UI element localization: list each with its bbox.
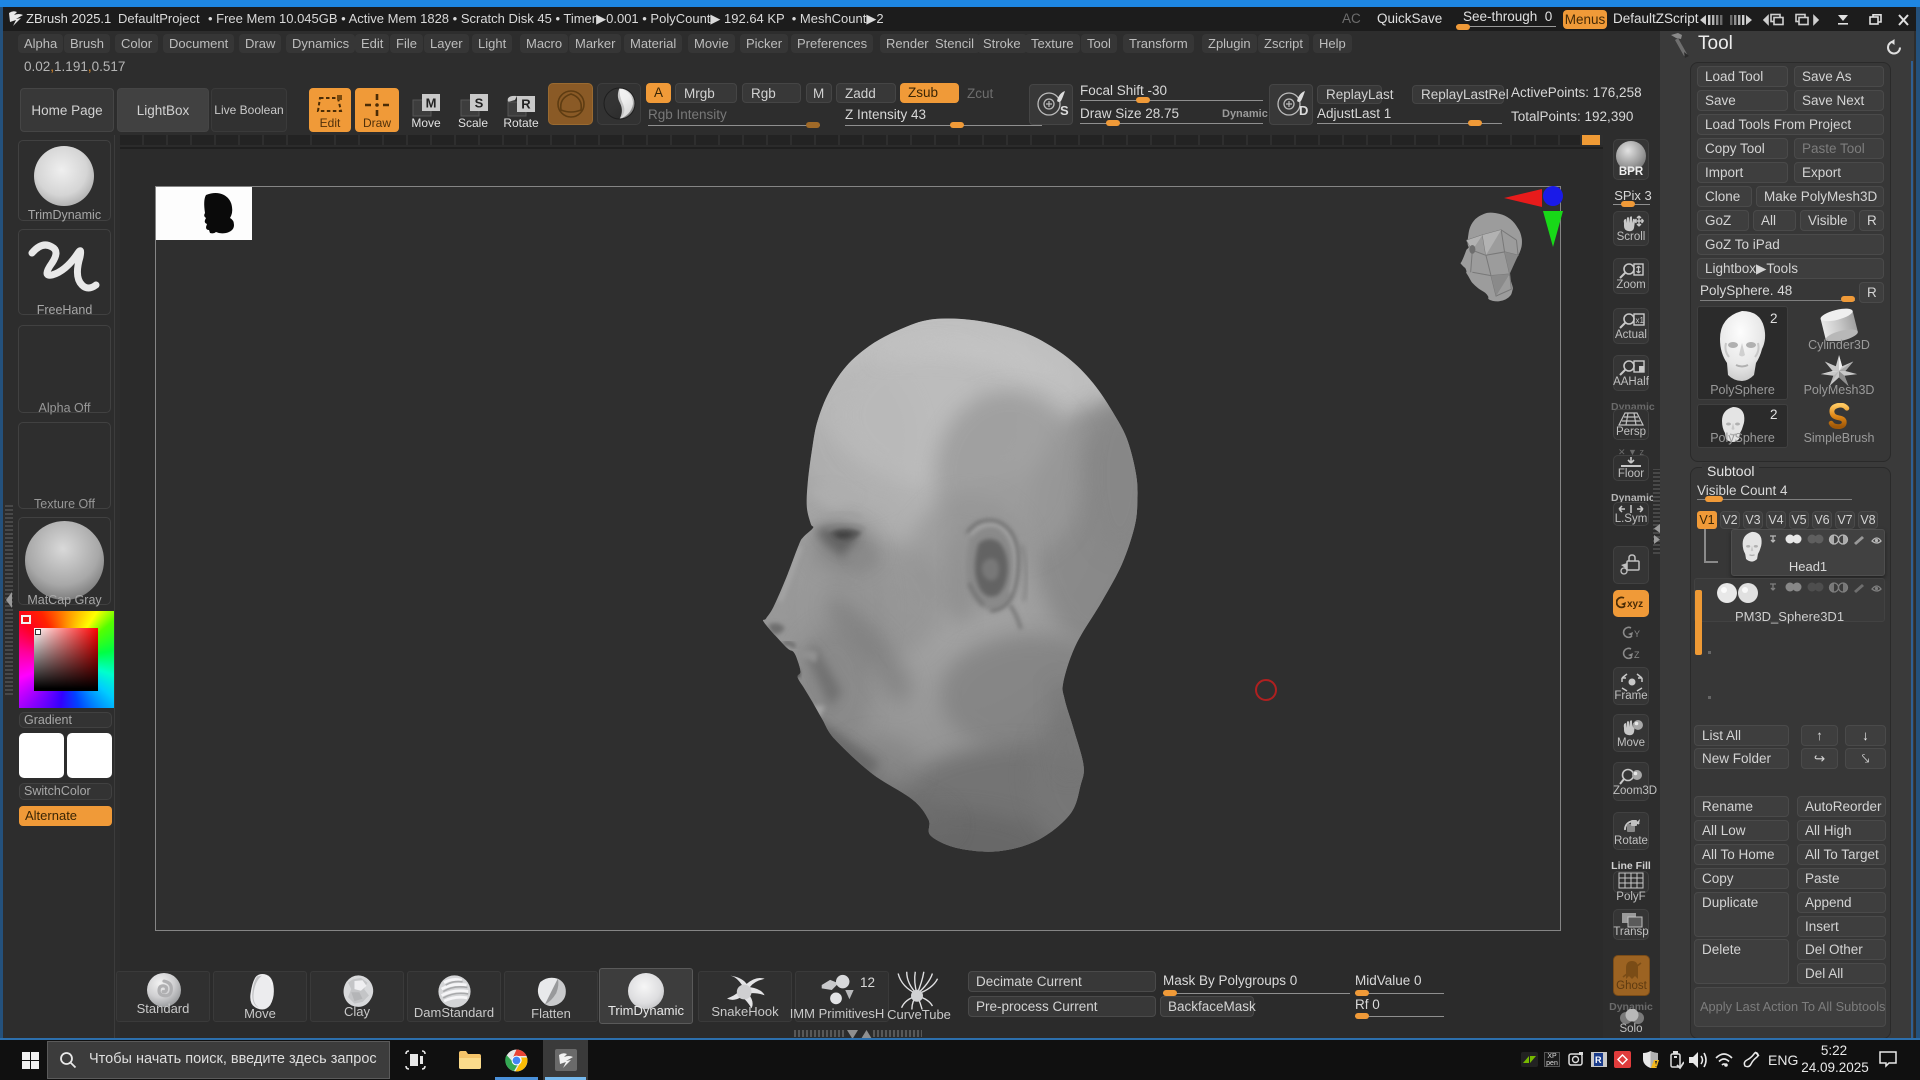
- svg-text:D: D: [1299, 103, 1308, 118]
- svg-text:Z: Z: [1634, 650, 1640, 660]
- svg-text:R: R: [521, 97, 531, 112]
- svg-text:M: M: [426, 96, 437, 111]
- svg-text:S: S: [475, 96, 484, 111]
- svg-text:R: R: [1595, 1055, 1602, 1065]
- svg-text:S: S: [1060, 103, 1069, 118]
- svg-text:x1: x1: [1636, 316, 1645, 325]
- svg-text:Y: Y: [1634, 629, 1640, 639]
- svg-text:xyz: xyz: [1627, 599, 1643, 610]
